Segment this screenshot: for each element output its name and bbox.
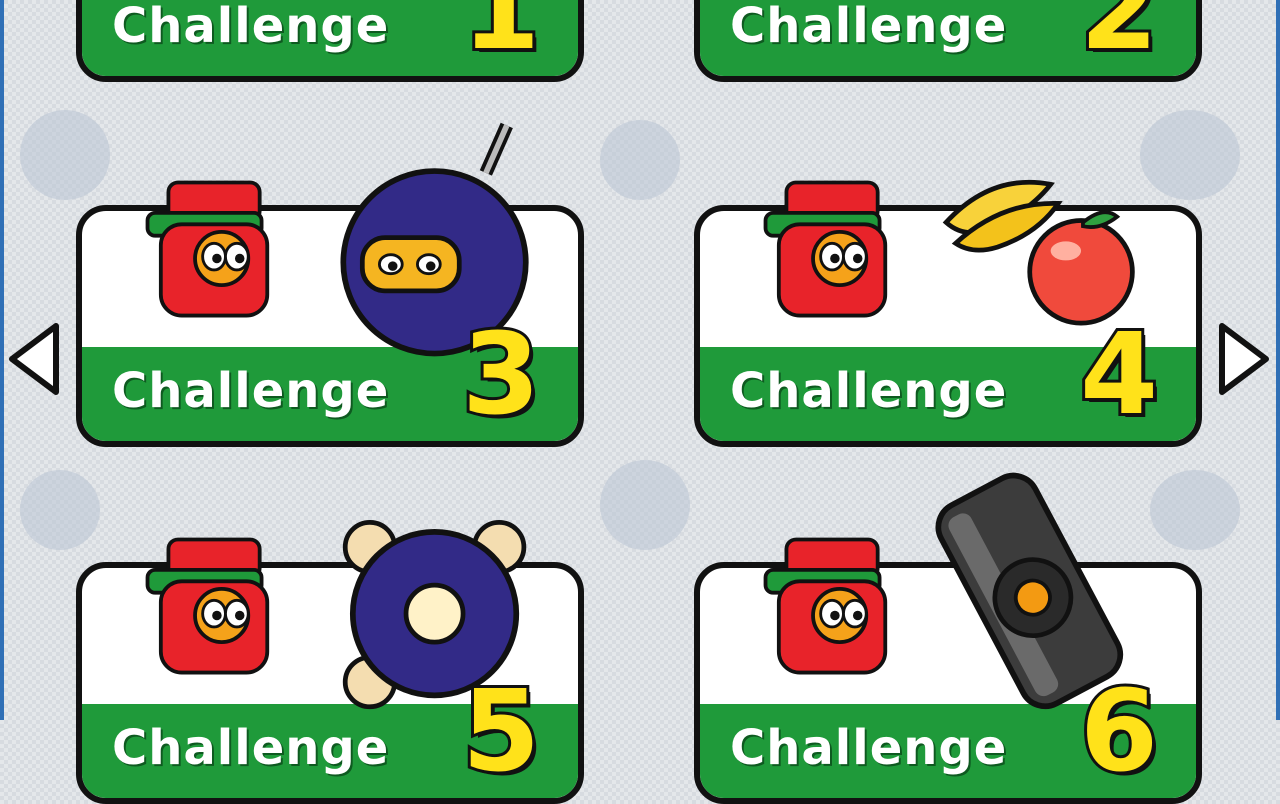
hero-icon	[763, 537, 888, 675]
challenge-label: Challenge	[112, 720, 390, 776]
background-silhouette	[1140, 110, 1240, 200]
fruit-icon	[942, 179, 1135, 326]
challenge-number: 5	[459, 667, 543, 797]
hero-icon	[145, 537, 270, 675]
challenge-number: 1	[459, 0, 543, 75]
challenge-card-5[interactable]: Challenge 5	[76, 520, 584, 804]
background-silhouette	[20, 110, 110, 200]
right-frame	[1276, 0, 1280, 720]
challenge-card-4[interactable]: Challenge 4	[694, 179, 1202, 447]
background-silhouette	[600, 120, 680, 200]
challenge-card-2[interactable]: Challenge 2	[694, 0, 1202, 82]
prev-page-button[interactable]	[6, 322, 62, 396]
challenge-card-1[interactable]: Challenge 1	[76, 0, 584, 82]
arrow-right-icon	[1219, 323, 1269, 395]
challenge-number: 3	[459, 310, 543, 440]
challenge-label: Challenge	[112, 0, 390, 54]
hero-icon	[763, 180, 888, 318]
challenge-card-3[interactable]: Challenge 3	[76, 122, 584, 447]
challenge-label: Challenge	[730, 720, 1008, 776]
hero-icon	[145, 180, 270, 318]
challenge-label: Challenge	[112, 363, 390, 419]
challenge-number: 6	[1077, 667, 1161, 797]
challenge-label: Challenge	[730, 363, 1008, 419]
challenge-card-6[interactable]: Challenge 6	[694, 472, 1202, 804]
challenge-number: 2	[1077, 0, 1161, 75]
arrow-left-icon	[9, 323, 59, 395]
challenge-number: 4	[1077, 310, 1161, 440]
background-silhouette	[600, 460, 690, 550]
background-silhouette	[1150, 470, 1240, 550]
left-frame	[0, 0, 4, 720]
next-page-button[interactable]	[1216, 322, 1272, 396]
challenge-label: Challenge	[730, 0, 1008, 54]
background-silhouette	[20, 470, 100, 550]
